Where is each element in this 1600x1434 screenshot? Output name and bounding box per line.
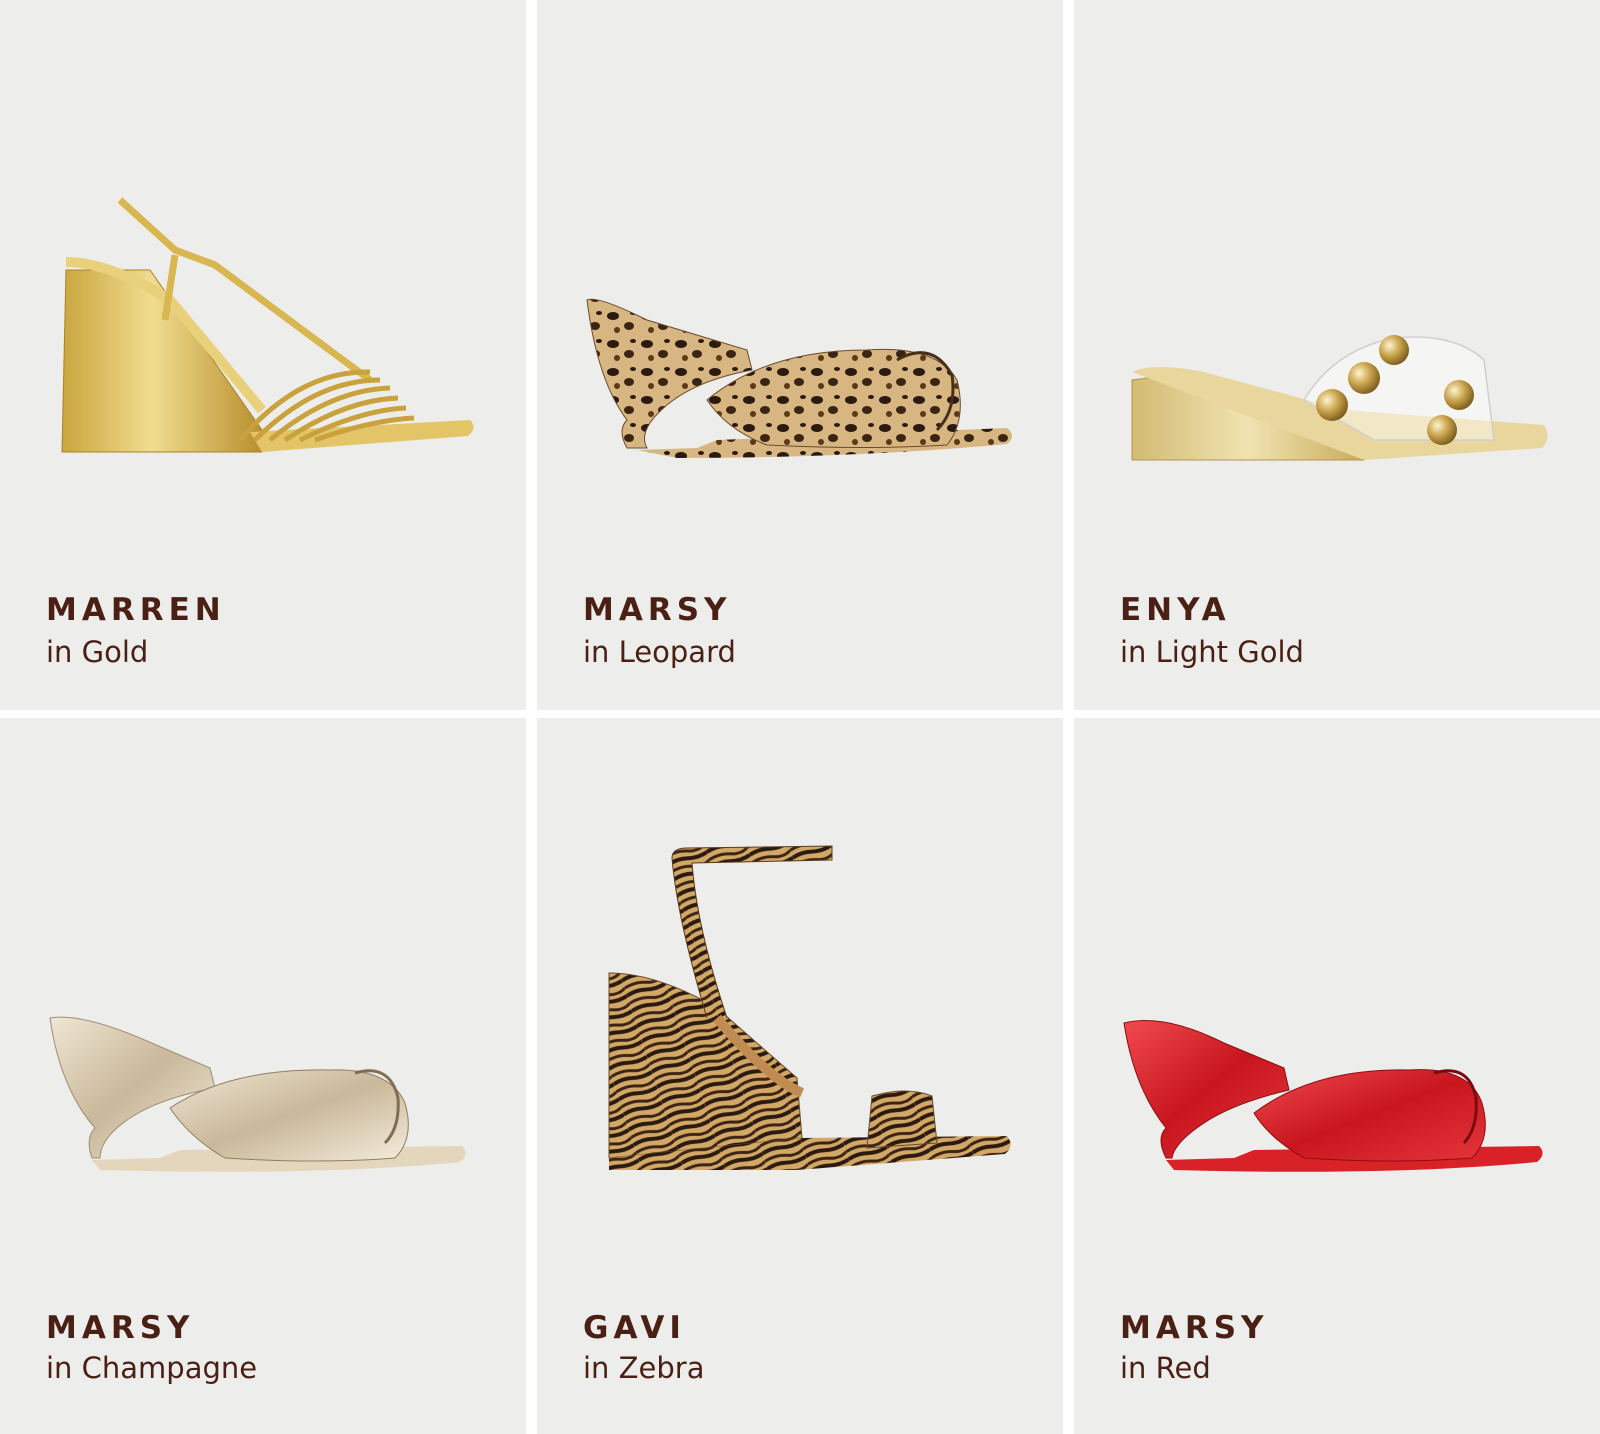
- leopard-knot-wedge-mule-icon: [586, 298, 1012, 458]
- product-color: in Zebra: [583, 1351, 705, 1385]
- product-name[interactable]: MARSY: [583, 592, 732, 628]
- product-color: in Red: [1120, 1351, 1211, 1385]
- product-color: in Leopard: [583, 635, 736, 669]
- product-name[interactable]: MARSY: [1120, 1310, 1269, 1346]
- product-color: in Gold: [46, 635, 149, 669]
- product-card-enya-light-gold[interactable]: ENYA in Light Gold: [1074, 0, 1600, 710]
- product-name[interactable]: MARREN: [46, 592, 226, 628]
- red-knot-wedge-mule-icon: [1123, 1020, 1543, 1172]
- zebra-ankle-strap-wedge-icon: [608, 845, 1011, 1170]
- gold-strappy-wedge-sandal-icon: [61, 197, 474, 453]
- studded-clear-wedge-slide-icon: [1131, 335, 1548, 461]
- product-card-marsy-red[interactable]: MARSY in Red: [1074, 718, 1600, 1434]
- product-color: in Light Gold: [1120, 635, 1304, 669]
- product-name[interactable]: ENYA: [1120, 592, 1231, 628]
- champagne-knot-wedge-mule-icon: [49, 1016, 466, 1172]
- product-card-marsy-champagne[interactable]: MARSY in Champagne: [0, 718, 526, 1434]
- product-card-gavi-zebra[interactable]: GAVI in Zebra: [537, 718, 1063, 1434]
- product-grid: MARREN in Gold MARSY in Leopard ENYA in …: [0, 0, 1600, 1434]
- product-card-marsy-leopard[interactable]: MARSY in Leopard: [537, 0, 1063, 710]
- product-card-marren-gold[interactable]: MARREN in Gold: [0, 0, 526, 710]
- product-name[interactable]: GAVI: [583, 1310, 686, 1346]
- product-color: in Champagne: [46, 1351, 258, 1385]
- product-name[interactable]: MARSY: [46, 1310, 195, 1346]
